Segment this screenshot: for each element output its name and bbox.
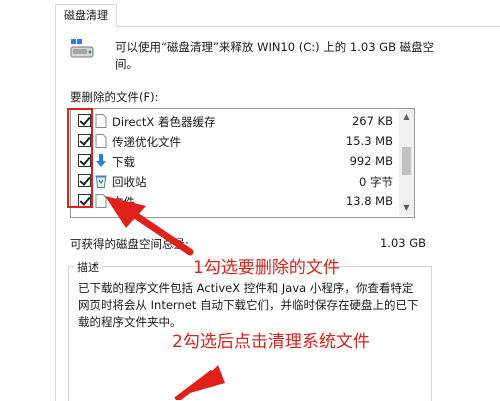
- drive-icon: [70, 38, 96, 60]
- file-name: 回收站: [112, 175, 147, 189]
- file-size: 15.3 MB: [345, 134, 393, 148]
- annotation-step-2: 2勾选后点击清理系统文件: [172, 332, 370, 352]
- scroll-down-icon[interactable]: ▼: [399, 200, 414, 215]
- download-arrow-icon: [96, 154, 106, 167]
- file-size: 13.8 MB: [345, 194, 393, 208]
- blank-file-icon: [95, 114, 107, 128]
- list-item[interactable]: 文件 13.8 MB: [71, 191, 398, 211]
- recycle-bin-icon: [95, 175, 107, 188]
- annotation-step-1: 1勾选要删除的文件: [193, 258, 340, 278]
- file-size: 992 MB: [349, 154, 393, 168]
- file-name: 下载: [112, 155, 135, 169]
- file-name: DirectX 着色器缓存: [112, 115, 216, 129]
- list-item[interactable]: 传递优化文件 15.3 MB: [71, 131, 398, 151]
- blank-file-icon: [95, 134, 107, 148]
- scroll-thumb[interactable]: [402, 147, 411, 175]
- scroll-up-icon[interactable]: ▲: [399, 109, 414, 124]
- list-item[interactable]: DirectX 着色器缓存 267 KB: [71, 111, 398, 131]
- list-item[interactable]: 回收站 0 字节: [71, 171, 398, 191]
- list-item[interactable]: 下载 992 MB: [71, 151, 398, 171]
- file-name: 传递优化文件: [112, 135, 181, 149]
- list-scrollbar[interactable]: ▲ ▼: [399, 109, 414, 215]
- files-to-delete-label: 要删除的文件(F):: [70, 90, 159, 104]
- files-listbox[interactable]: DirectX 着色器缓存 267 KB 传递优化文件 15.3 MB 下载 9…: [70, 108, 415, 218]
- file-size: 267 KB: [351, 114, 393, 128]
- file-size: 0 字节: [359, 175, 393, 189]
- file-icon: [95, 194, 107, 208]
- checkbox-highlight-box: [67, 108, 93, 208]
- total-space-label: 可获得的磁盘空间总量:: [70, 237, 189, 251]
- tab-disk-cleanup[interactable]: 磁盘清理: [55, 4, 117, 27]
- file-name: 文件: [112, 195, 135, 209]
- description-text: 已下载的程序文件包括 ActiveX 控件和 Java 小程序，你查看特定网页时…: [78, 281, 419, 329]
- total-space-value: 1.03 GB: [380, 236, 427, 250]
- description-group-label: 描述: [74, 259, 102, 275]
- cleanup-description: 可以使用“磁盘清理”来释放 WIN10 (C:) 上的 1.03 GB 磁盘空间…: [115, 40, 435, 71]
